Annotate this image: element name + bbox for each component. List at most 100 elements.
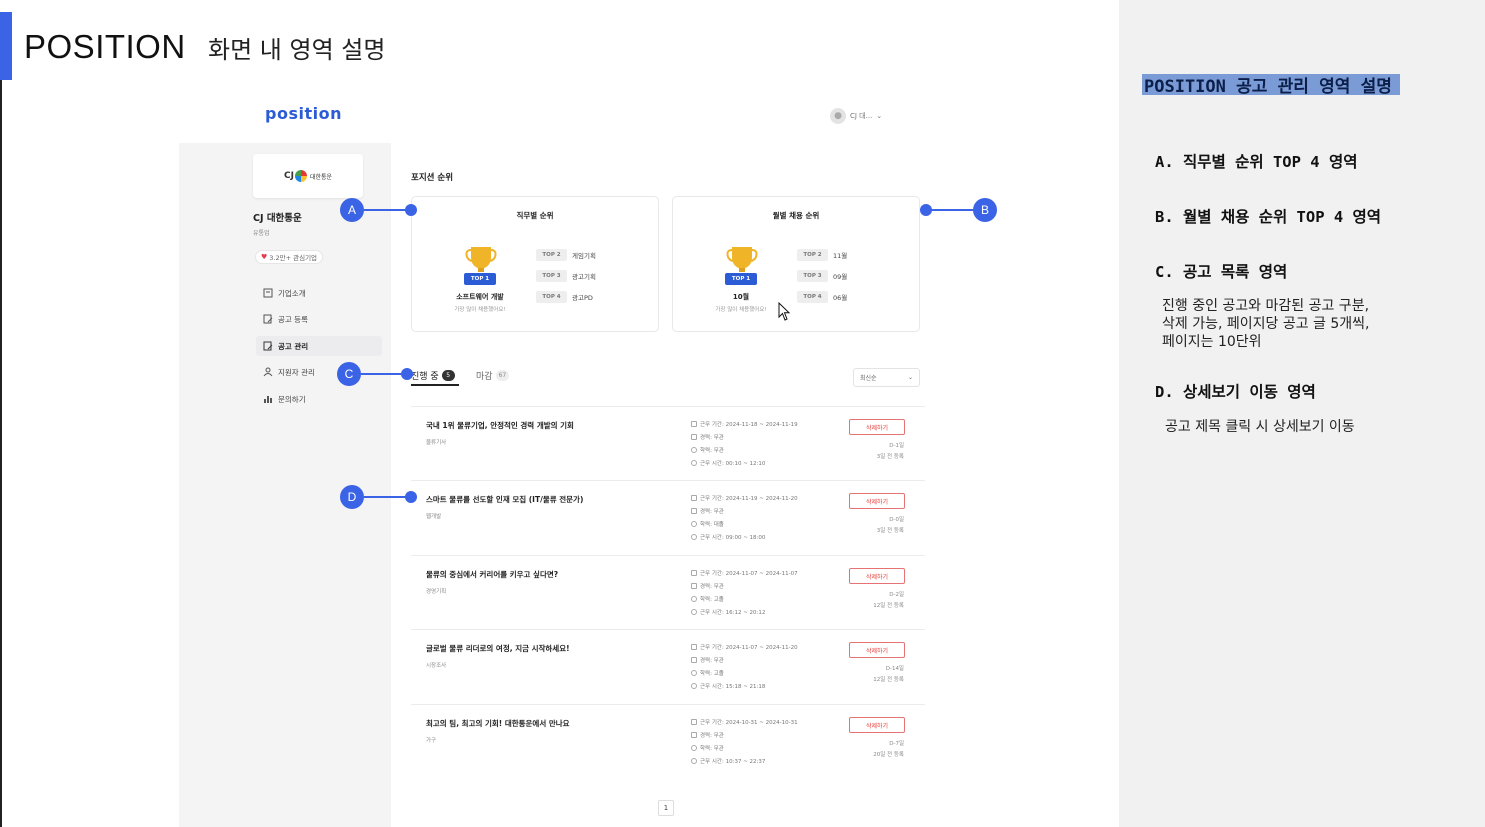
job-title-link[interactable]: 스마트 물류를 선도할 인재 모집 (IT/물류 전문가) [426, 494, 583, 505]
user-menu[interactable]: ● CJ 대... ⌄ [830, 108, 882, 124]
tab-count-badge: 67 [495, 370, 510, 381]
delete-button[interactable]: 삭제하기 [849, 493, 905, 509]
rank-label: 광고PD [572, 294, 593, 302]
sidebar-item-job-management[interactable]: 공고 관리 [256, 336, 382, 356]
user-avatar-icon: ● [830, 108, 846, 124]
marker-a: A [340, 198, 364, 222]
marker-d-dot [405, 491, 417, 503]
job-list-item: 글로벌 물류 리더로의 여정, 지금 시작하세요! 시장조사 근무 기간: 20… [411, 629, 925, 703]
job-career: 경력: 무관 [700, 657, 724, 664]
tab-label: 마감 [476, 372, 493, 382]
sidebar-item-post-job[interactable]: 공고 등록 [256, 309, 382, 329]
clock-icon [691, 459, 697, 466]
job-posted: 20일 전 등록 [873, 752, 904, 758]
month-rank-title: 월별 채용 순위 [772, 211, 820, 220]
clock-icon [691, 608, 697, 615]
sidebar-item-label: 문의하기 [278, 394, 306, 404]
company-logo: CJ [284, 170, 307, 182]
site-logo[interactable]: position [265, 104, 342, 123]
calendar-icon [691, 569, 697, 576]
slide-title: POSITION [24, 28, 186, 65]
sidebar-item-applicants[interactable]: 지원자 관리 [256, 362, 382, 382]
chevron-down-icon: ⌄ [907, 374, 913, 381]
tab-closed[interactable]: 마감 67 [476, 369, 510, 382]
sort-value: 최신순 [860, 375, 877, 382]
month-rank-card: 월별 채용 순위 TOP 1 10월 가장 많이 채용했어요! TOP 2 11… [672, 196, 920, 332]
panel-title: POSITION 공고 관리 영역 설명 [1142, 74, 1400, 97]
rank-label: 게임기획 [572, 252, 596, 260]
sort-select[interactable]: 최신순 ⌄ [853, 368, 920, 387]
rank-pill: TOP 4 [797, 291, 828, 303]
job-dday: D-1일 [889, 443, 904, 449]
job-list-item: 스마트 물류를 선도할 인재 모집 (IT/물류 전문가) 웹개발 근무 기간:… [411, 480, 925, 554]
marker-a-dot [405, 204, 417, 216]
explanation-panel [1119, 0, 1485, 827]
clock-icon [691, 533, 697, 540]
edit-document-icon [263, 314, 273, 324]
top1-badge: TOP 1 [725, 273, 757, 285]
rank-pill: TOP 2 [536, 249, 567, 261]
sidebar-item-label: 공고 등록 [278, 314, 308, 324]
panel-item-b: B. 월별 채용 순위 TOP 4 영역 [1155, 208, 1382, 226]
delete-button[interactable]: 삭제하기 [849, 642, 905, 658]
job-meta: 근무 기간: 2024-11-07 ~ 2024-11-07 경력: 무관 학력… [691, 568, 798, 616]
job-hours: 근무 시간: 15:18 ~ 21:18 [700, 683, 766, 690]
panel-desc-d: 공고 제목 클릭 시 상세보기 이동 [1165, 419, 1355, 435]
briefcase-icon [691, 731, 697, 738]
delete-button[interactable]: 삭제하기 [849, 419, 905, 435]
graduation-icon [691, 669, 697, 676]
panel-item-a: A. 직무별 순위 TOP 4 영역 [1155, 153, 1358, 171]
graduation-icon [691, 595, 697, 602]
job-rank-title: 직무별 순위 [516, 211, 554, 220]
job-hours: 근무 시간: 00:10 ~ 12:10 [700, 460, 766, 467]
top1-job-name: 소프트웨어 개발 [456, 293, 504, 301]
rank-row: TOP 2 게임기획 [536, 249, 596, 261]
rank-pill: TOP 3 [536, 270, 567, 282]
job-title-link[interactable]: 국내 1위 물류기업, 안정적인 경력 개발의 기회 [426, 420, 574, 431]
job-period: 근무 기간: 2024-11-19 ~ 2024-11-20 [700, 495, 798, 502]
job-title-link[interactable]: 최고의 팀, 최고의 기회! 대한통운에서 만나요 [426, 718, 570, 729]
graduation-icon [691, 520, 697, 527]
rank-label: 광고기획 [572, 273, 596, 281]
job-dday: D-14일 [885, 666, 904, 672]
job-hours: 근무 시간: 10:37 ~ 22:37 [700, 758, 766, 765]
job-dday: D-0일 [889, 517, 904, 523]
tab-in-progress[interactable]: 진행 중 5 [411, 369, 455, 382]
cj-logo-icon [294, 170, 307, 182]
job-posted: 3일 전 등록 [876, 528, 904, 534]
job-meta: 근무 기간: 2024-11-19 ~ 2024-11-20 경력: 무관 학력… [691, 493, 798, 541]
sidebar-item-inquiry[interactable]: 문의하기 [256, 389, 382, 409]
job-list-item: 국내 1위 물류기업, 안정적인 경력 개발의 기회 물류기사 근무 기간: 2… [411, 406, 925, 480]
rank-pill: TOP 2 [797, 249, 828, 261]
briefcase-icon [691, 433, 697, 440]
delete-button[interactable]: 삭제하기 [849, 717, 905, 733]
job-category: 물류기사 [426, 440, 447, 446]
calendar-icon [691, 643, 697, 650]
rank-label: 11월 [833, 252, 848, 260]
job-career: 경력: 무관 [700, 583, 724, 590]
delete-button[interactable]: 삭제하기 [849, 568, 905, 584]
job-education: 학력: 무관 [700, 745, 724, 752]
job-posted: 3일 전 등록 [876, 454, 904, 460]
rank-row: TOP 4 광고PD [536, 291, 593, 303]
tab-count-badge: 5 [441, 370, 455, 381]
graduation-icon [691, 446, 697, 453]
job-period: 근무 기간: 2024-11-07 ~ 2024-11-07 [700, 570, 798, 577]
job-title-link[interactable]: 물류의 중심에서 커리어를 키우고 싶다면? [426, 569, 558, 580]
rank-label: 09월 [833, 273, 848, 281]
rank-row: TOP 4 06월 [797, 291, 847, 303]
panel-desc-line: 진행 중인 공고와 마감된 공고 구분, [1162, 298, 1370, 314]
sidebar-item-company-intro[interactable]: 기업소개 [256, 283, 382, 303]
job-category: 가구 [426, 738, 437, 744]
sidebar-item-label: 공고 관리 [278, 341, 309, 351]
job-hours: 근무 시간: 09:00 ~ 18:00 [700, 534, 766, 541]
pagination-page[interactable]: 1 [658, 800, 674, 816]
sidebar-item-label: 기업소개 [278, 288, 306, 298]
job-dday: D-7일 [889, 741, 904, 747]
job-title-link[interactable]: 글로벌 물류 리더로의 여정, 지금 시작하세요! [426, 643, 570, 654]
rank-row: TOP 2 11월 [797, 249, 847, 261]
bar-chart-icon [264, 396, 272, 403]
company-type: 유통업 [253, 230, 270, 237]
job-category: 시장조사 [426, 663, 447, 669]
rank-label: 06월 [833, 294, 848, 302]
